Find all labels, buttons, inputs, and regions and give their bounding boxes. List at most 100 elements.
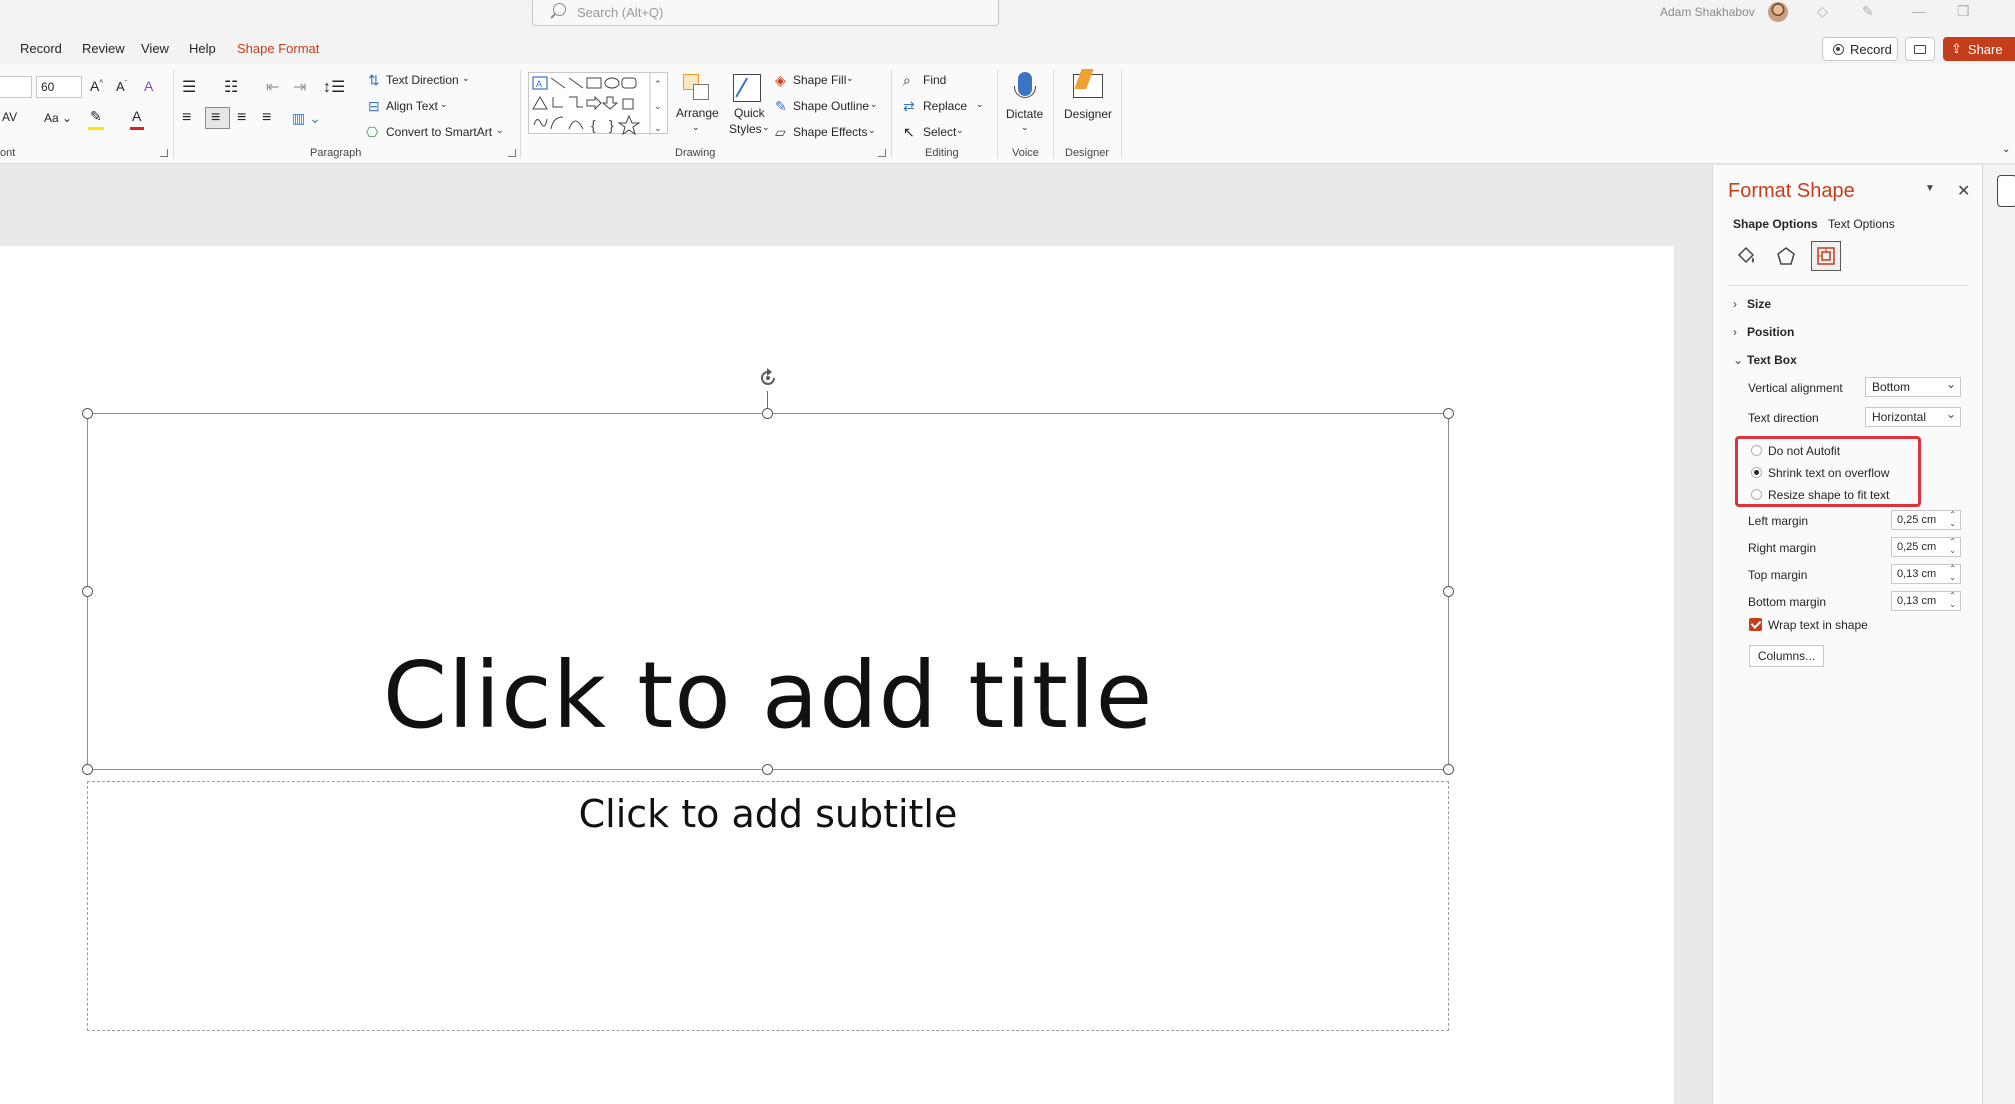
shape-effects-icon[interactable]: ▱ xyxy=(775,124,786,141)
resize-handle-top[interactable] xyxy=(762,408,773,419)
font-dialog-launcher[interactable] xyxy=(160,149,168,157)
align-text-icon[interactable]: ⊟ xyxy=(368,98,380,115)
find-button[interactable]: Find xyxy=(923,73,946,87)
subtitle-placeholder[interactable]: Click to add subtitle xyxy=(87,781,1449,1031)
section-size[interactable]: › Size xyxy=(1733,297,1771,311)
bullets-icon[interactable]: ☰ xyxy=(182,77,196,97)
properties-sidebar-icon[interactable] xyxy=(1997,175,2015,207)
shape-outline-icon[interactable]: ✎ xyxy=(775,98,787,115)
comments-button[interactable] xyxy=(1905,37,1935,61)
tab-view[interactable]: View xyxy=(141,41,169,56)
tab-shape-options[interactable]: Shape Options xyxy=(1733,217,1818,231)
numbering-icon[interactable]: ☷ xyxy=(224,77,238,97)
columns-button[interactable]: Columns... xyxy=(1749,645,1824,667)
effects-icon[interactable] xyxy=(1771,241,1801,271)
resize-handle-top-left[interactable] xyxy=(82,408,93,419)
select-button[interactable]: Select xyxy=(923,125,956,139)
replace-icon[interactable]: ⇄ xyxy=(903,98,915,115)
bottom-margin-spinner[interactable]: 0,13 cm xyxy=(1891,591,1961,611)
right-margin-spinner[interactable]: 0,25 cm xyxy=(1891,537,1961,557)
subtitle-text[interactable]: Click to add subtitle xyxy=(88,792,1448,836)
resize-handle-top-right[interactable] xyxy=(1443,408,1454,419)
minimize-icon[interactable]: — xyxy=(1912,3,1926,19)
record-button[interactable]: Record xyxy=(1822,37,1898,61)
shape-fill-button[interactable]: Shape Fill xyxy=(793,73,846,87)
title-text[interactable]: Click to add title xyxy=(88,642,1448,749)
shapes-gallery[interactable]: A { } ⌃ ⌄ ⌄ xyxy=(528,72,668,135)
dictate-button[interactable]: Dictate xyxy=(1006,107,1043,121)
fill-line-icon[interactable] xyxy=(1731,241,1761,271)
paragraph-dialog-launcher[interactable] xyxy=(508,149,516,157)
highlight-color-icon[interactable]: ✎ xyxy=(90,108,102,125)
tab-text-options[interactable]: Text Options xyxy=(1828,217,1895,231)
convert-smartart-button[interactable]: Convert to SmartArt xyxy=(386,125,492,139)
resize-handle-left[interactable] xyxy=(82,586,93,597)
shrink-font-icon[interactable]: Aˇ xyxy=(116,79,127,94)
text-direction-button[interactable]: Text Direction xyxy=(386,73,459,87)
designer-button[interactable]: Designer xyxy=(1064,107,1112,121)
tab-shape-format[interactable]: Shape Format xyxy=(237,41,319,56)
align-text-button[interactable]: Align Text xyxy=(386,99,438,113)
font-color-icon[interactable]: A xyxy=(132,108,141,124)
wrap-text-label[interactable]: Wrap text in shape xyxy=(1768,618,1868,632)
resize-handle-bottom-left[interactable] xyxy=(82,764,93,775)
user-name[interactable]: Adam Shakhabov xyxy=(1660,5,1755,19)
size-properties-icon[interactable] xyxy=(1811,241,1841,271)
section-text-box[interactable]: ⌄ Text Box xyxy=(1733,353,1797,367)
wrap-text-checkbox[interactable] xyxy=(1749,618,1762,631)
grow-font-icon[interactable]: A^ xyxy=(90,78,103,94)
change-case-icon[interactable]: Aa ⌄ xyxy=(44,111,72,125)
avatar[interactable] xyxy=(1768,2,1788,22)
text-direction-icon[interactable]: ⇅ xyxy=(368,72,380,89)
shape-effects-button[interactable]: Shape Effects xyxy=(793,125,868,139)
select-icon[interactable]: ↖ xyxy=(903,124,915,141)
close-icon[interactable]: ✕ xyxy=(1957,181,1970,201)
do-not-autofit-radio[interactable] xyxy=(1751,445,1762,456)
restore-icon[interactable]: ❐ xyxy=(1957,3,1970,20)
font-name-combo[interactable] xyxy=(0,76,32,98)
shape-outline-button[interactable]: Shape Outline xyxy=(793,99,869,113)
resize-shape-radio[interactable] xyxy=(1751,489,1762,500)
replace-button[interactable]: Replace xyxy=(923,99,967,113)
left-margin-spinner[interactable]: 0,25 cm xyxy=(1891,510,1961,530)
top-margin-spinner[interactable]: 0,13 cm xyxy=(1891,564,1961,584)
character-spacing-icon[interactable]: AV xyxy=(2,110,17,124)
tab-review[interactable]: Review xyxy=(82,41,125,56)
decrease-indent-icon[interactable]: ⇤ xyxy=(266,77,279,97)
quick-styles-button-line1[interactable]: Quick xyxy=(734,106,765,120)
resize-handle-bottom-right[interactable] xyxy=(1443,764,1454,775)
shrink-text-radio[interactable] xyxy=(1751,467,1762,478)
font-size-combo[interactable]: 60 xyxy=(36,76,82,98)
shrink-text-label[interactable]: Shrink text on overflow xyxy=(1768,466,1889,480)
shape-fill-icon[interactable]: ◈ xyxy=(775,72,786,89)
resize-handle-bottom[interactable] xyxy=(762,764,773,775)
text-direction-dropdown[interactable]: Horizontal xyxy=(1865,405,1961,427)
pen-icon[interactable]: ✎ xyxy=(1862,3,1874,20)
arrange-button[interactable]: Arrange xyxy=(676,106,719,120)
tab-help[interactable]: Help xyxy=(189,41,216,56)
tab-record[interactable]: Record xyxy=(20,41,62,56)
share-button[interactable]: ⇪ Share xyxy=(1943,37,2015,61)
rotate-handle-icon[interactable] xyxy=(757,367,779,389)
justify-icon[interactable]: ≡ xyxy=(262,109,271,127)
do-not-autofit-label[interactable]: Do not Autofit xyxy=(1768,444,1840,458)
collapse-ribbon-icon[interactable]: ⌄ xyxy=(2002,144,2010,155)
align-right-icon[interactable]: ≡ xyxy=(237,109,246,127)
align-left-icon[interactable]: ≡ xyxy=(182,109,191,127)
find-icon[interactable]: ⌕ xyxy=(903,72,911,89)
line-spacing-icon[interactable]: ↕☰ xyxy=(323,77,345,97)
section-position[interactable]: › Position xyxy=(1733,325,1794,339)
increase-indent-icon[interactable]: ⇥ xyxy=(293,77,306,97)
pane-options-icon[interactable]: ▼ xyxy=(1925,183,1935,194)
smartart-icon[interactable]: ⎔ xyxy=(366,124,378,141)
drawing-dialog-launcher[interactable] xyxy=(878,149,886,157)
columns-icon[interactable]: ▥ ⌄ xyxy=(292,110,321,127)
search-input[interactable]: Search (Alt+Q) xyxy=(532,0,999,26)
vertical-alignment-dropdown[interactable]: Bottom xyxy=(1865,375,1961,397)
resize-shape-label[interactable]: Resize shape to fit text xyxy=(1768,488,1889,502)
resize-handle-right[interactable] xyxy=(1443,586,1454,597)
clear-formatting-icon[interactable]: A xyxy=(144,78,153,94)
diamond-icon[interactable]: ◇ xyxy=(1817,3,1828,20)
quick-styles-button-line2[interactable]: Styles xyxy=(729,122,762,136)
title-placeholder[interactable]: Click to add title xyxy=(87,413,1449,770)
